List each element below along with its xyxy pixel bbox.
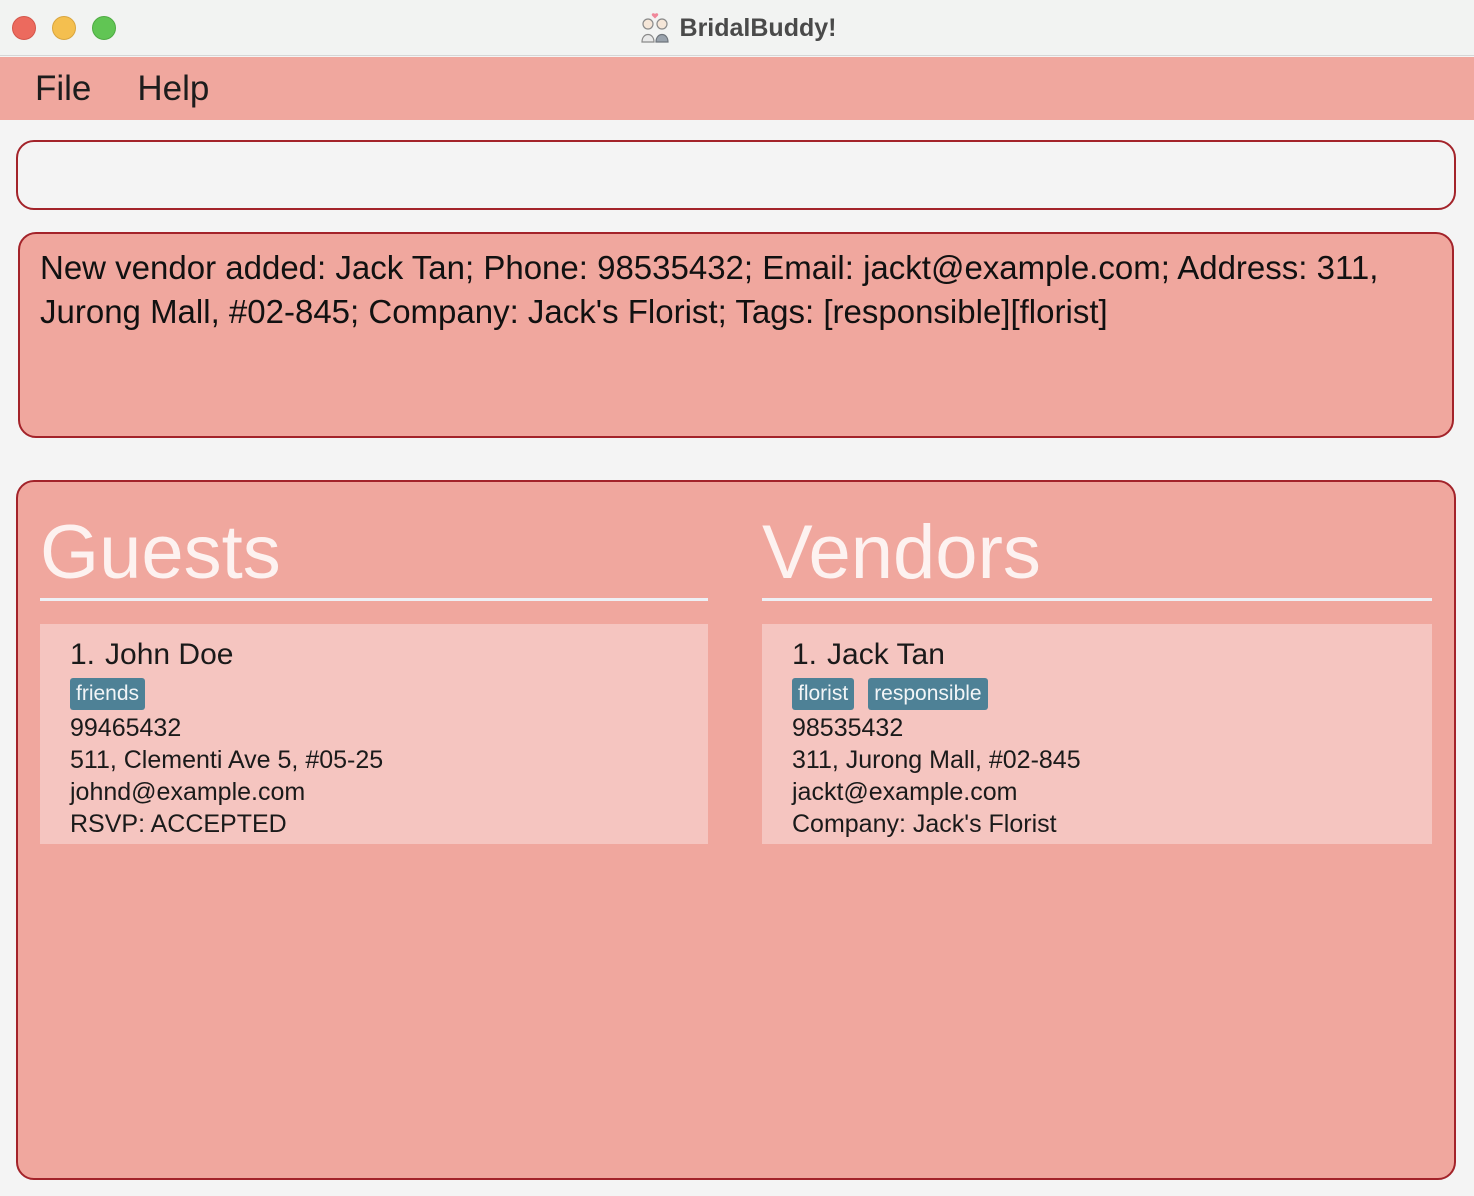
menu-help[interactable]: Help <box>137 69 209 109</box>
vendor-index: 1. <box>792 638 818 671</box>
guest-email: johnd@example.com <box>70 778 306 806</box>
tag-florist: florist <box>792 678 855 710</box>
vendor-card[interactable]: 1. Jack Tan florist responsible 98535432… <box>762 624 1432 844</box>
vendor-list-heading: Vendors <box>762 510 1041 595</box>
guest-name: John Doe <box>105 638 234 671</box>
vendor-card-title: 1. Jack Tan <box>792 636 1402 674</box>
vendor-address: 311, Jurong Mall, #02-845 <box>792 746 1081 774</box>
guest-card[interactable]: 1. John Doe friends 99465432 511, Clemen… <box>40 624 708 844</box>
app-window: BridalBuddy! File Help New vendor added:… <box>0 0 1474 1196</box>
menu-file[interactable]: File <box>35 69 91 109</box>
guest-tags: friends <box>70 678 678 710</box>
result-display: New vendor added: Jack Tan; Phone: 98535… <box>18 232 1454 438</box>
guest-list-heading: Guests <box>40 510 281 595</box>
title-bar: BridalBuddy! <box>0 0 1474 56</box>
command-input[interactable] <box>18 142 1454 208</box>
guest-rsvp: RSVP: ACCEPTED <box>70 810 287 838</box>
guest-index: 1. <box>70 638 96 671</box>
vendor-tags: florist responsible <box>792 678 1402 710</box>
bride-and-groom-icon <box>638 12 672 44</box>
vendor-phone: 98535432 <box>792 714 904 742</box>
window-title-group: BridalBuddy! <box>0 10 1474 46</box>
tag-friends: friends <box>70 678 146 710</box>
command-box <box>16 140 1456 210</box>
vendor-name: Jack Tan <box>827 638 945 671</box>
tag-responsible: responsible <box>868 678 988 710</box>
vendor-list-divider <box>762 598 1432 601</box>
result-message: New vendor added: Jack Tan; Phone: 98535… <box>40 249 1379 330</box>
vendor-company: Company: Jack's Florist <box>792 810 1057 838</box>
menu-bar: File Help <box>0 57 1474 120</box>
vendor-email: jackt@example.com <box>792 778 1018 806</box>
window-title: BridalBuddy! <box>679 13 837 42</box>
guest-card-title: 1. John Doe <box>70 636 678 674</box>
lists-panel: Guests 1. John Doe friends 99465432 511,… <box>16 480 1456 1180</box>
guest-list-divider <box>40 598 708 601</box>
guest-phone: 99465432 <box>70 714 182 742</box>
guest-address: 511, Clementi Ave 5, #05-25 <box>70 746 384 774</box>
